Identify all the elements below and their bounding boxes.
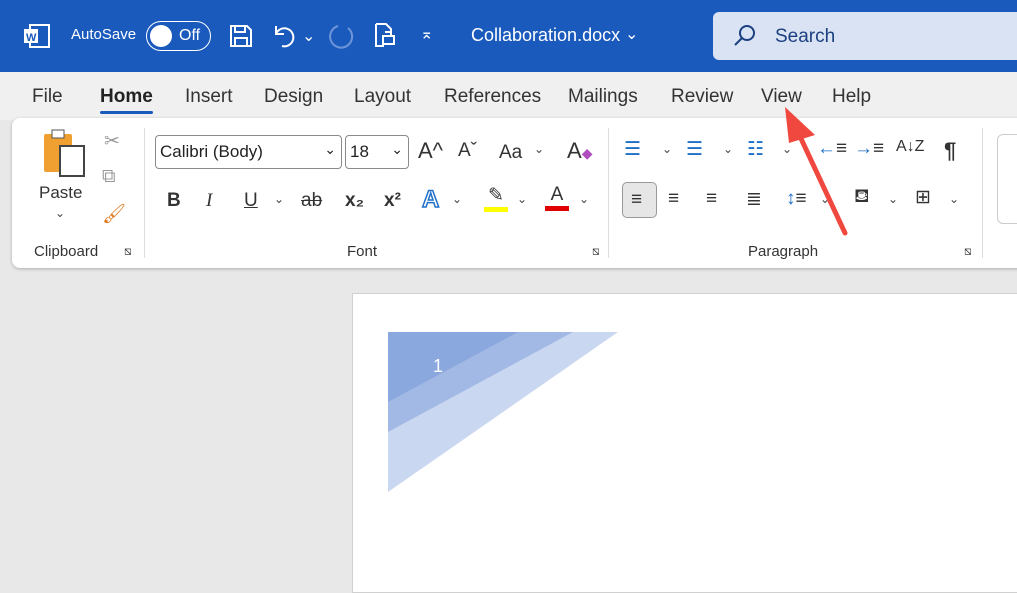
search-box[interactable]: Search [713, 12, 1017, 60]
svg-text:W: W [26, 32, 37, 44]
font-name-value: Calibri (Body) [160, 142, 263, 161]
save-icon[interactable] [229, 24, 253, 48]
filename-chevron-icon[interactable]: ⌄ [625, 24, 638, 44]
multilevel-list-icon[interactable]: ☷ [747, 138, 764, 161]
italic-button[interactable]: I [206, 190, 212, 212]
tab-mailings[interactable]: Mailings [568, 86, 638, 108]
tab-file[interactable]: File [32, 86, 63, 108]
strikethrough-button[interactable]: ab [301, 190, 322, 212]
bold-button[interactable]: B [167, 190, 181, 212]
bullets-icon[interactable]: ☰ [624, 138, 641, 161]
clipboard-group-label: Clipboard [34, 243, 99, 260]
subscript-button[interactable]: x₂ [345, 190, 364, 212]
search-placeholder: Search [775, 26, 836, 47]
borders-dropdown-icon[interactable]: ⌄ [949, 192, 959, 206]
highlight-dropdown-icon[interactable]: ⌄ [517, 192, 527, 206]
tab-review[interactable]: Review [671, 86, 733, 108]
font-color-dropdown-icon[interactable]: ⌄ [579, 192, 589, 206]
paste-dropdown-icon[interactable]: ⌄ [55, 206, 65, 220]
align-left-button[interactable]: ≡ [622, 182, 657, 218]
justify-icon[interactable]: ≣ [746, 188, 762, 211]
autosave-label: AutoSave [71, 26, 137, 43]
bullets-dropdown-icon[interactable]: ⌄ [662, 142, 672, 156]
align-left-icon: ≡ [631, 189, 643, 210]
font-launcher-icon[interactable]: ⧅ [592, 244, 600, 259]
styles-gallery[interactable] [997, 134, 1017, 224]
shading-dropdown-icon[interactable]: ⌄ [888, 192, 898, 206]
text-effects-dropdown-icon[interactable]: ⌄ [452, 192, 462, 206]
undo-dropdown-icon[interactable]: ⌄ [302, 26, 315, 46]
show-formatting-button[interactable]: ¶ [944, 138, 956, 164]
align-right-icon[interactable]: ≡ [706, 188, 717, 210]
font-name-select[interactable]: Calibri (Body) ⌄ [155, 135, 342, 169]
page-number: 1 [433, 356, 444, 376]
increase-indent-icon[interactable]: →≡ [854, 138, 884, 160]
document-filename[interactable]: Collaboration.docx [471, 25, 620, 46]
autosave-toggle[interactable]: Off [146, 21, 211, 51]
grow-font-button[interactable]: A^ [418, 138, 443, 164]
superscript-button[interactable]: x² [384, 190, 401, 212]
numbering-dropdown-icon[interactable]: ⌄ [723, 142, 733, 156]
word-icon: W [24, 24, 50, 48]
customize-toolbar-icon[interactable]: ⌅ [420, 24, 433, 44]
clear-formatting-icon[interactable]: A◆ [567, 138, 592, 164]
page-number-shape [388, 332, 618, 492]
clipboard-launcher-icon[interactable]: ⧅ [124, 244, 132, 259]
font-color-button[interactable]: A [545, 184, 569, 211]
underline-button[interactable]: U [244, 190, 258, 212]
paragraph-launcher-icon[interactable]: ⧅ [964, 244, 972, 259]
highlight-color-icon[interactable]: ✎ [484, 184, 508, 212]
tab-design[interactable]: Design [264, 86, 323, 108]
paste-icon[interactable] [42, 128, 88, 178]
align-center-icon[interactable]: ≡ [668, 188, 679, 210]
ribbon: Paste ⌄ ✂ ⧉ 🖌 Clipboard ⧅ Calibri (Body)… [12, 118, 1017, 268]
sort-button[interactable]: A↓Z [896, 138, 924, 156]
document-page[interactable]: 1 [352, 293, 1017, 593]
print-layout-icon[interactable] [374, 22, 396, 50]
change-case-dropdown-icon[interactable]: ⌄ [534, 142, 544, 156]
borders-icon[interactable]: ⊞ [915, 186, 931, 209]
shading-icon[interactable]: ⛾ [854, 186, 870, 210]
annotation-arrow [785, 107, 848, 236]
title-bar: W AutoSave Off ⌄ ⌅ Collaboration.docx ⌄ … [0, 0, 1017, 72]
underline-dropdown-icon[interactable]: ⌄ [274, 192, 284, 206]
format-painter-icon[interactable]: 🖌 [102, 202, 126, 226]
shrink-font-button[interactable]: Aˇ [458, 140, 477, 162]
redo-icon [329, 25, 354, 49]
tab-layout[interactable]: Layout [354, 86, 411, 108]
numbering-icon[interactable]: ☰ [686, 138, 703, 161]
undo-icon[interactable] [272, 22, 298, 50]
paragraph-group-label: Paragraph [748, 243, 819, 260]
cut-icon[interactable]: ✂ [104, 130, 120, 153]
copy-icon[interactable]: ⧉ [102, 166, 116, 188]
tab-references[interactable]: References [444, 86, 541, 108]
change-case-button[interactable]: Aa [499, 142, 522, 164]
ribbon-tabs: File Home Insert Design Layout Reference… [0, 72, 1017, 120]
tab-insert[interactable]: Insert [185, 86, 233, 108]
tab-home[interactable]: Home [100, 86, 153, 114]
autosave-state: Off [179, 27, 201, 44]
search-icon [734, 25, 755, 46]
font-group-label: Font [347, 243, 378, 260]
text-effects-button[interactable]: A [421, 185, 440, 214]
font-size-select[interactable]: 18 ⌄ [345, 135, 409, 169]
paste-button[interactable]: Paste [39, 183, 82, 203]
font-size-value: 18 [350, 142, 369, 161]
